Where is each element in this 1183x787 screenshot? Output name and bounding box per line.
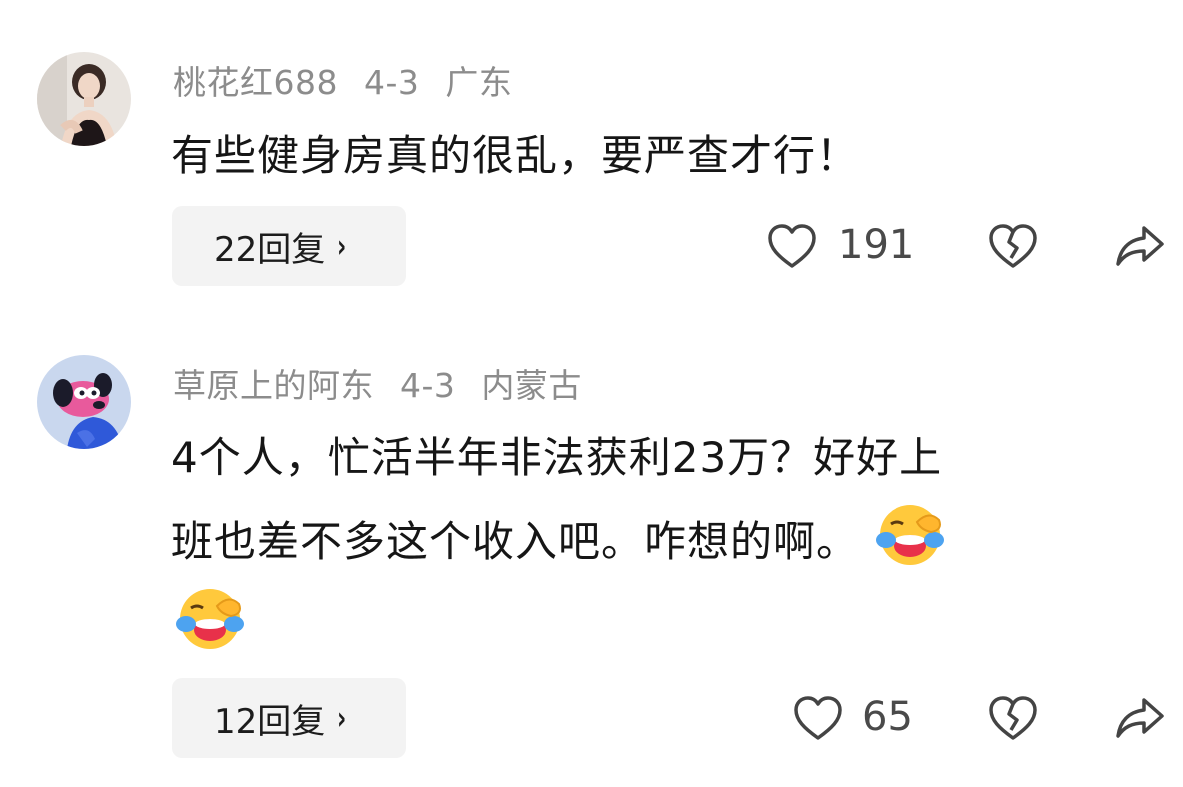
comment-date: 4-3: [400, 366, 456, 405]
comment-text-segment: 班也差不多这个收入吧。咋想的啊。: [171, 517, 860, 566]
laughing-tears-emoji: [876, 505, 945, 565]
comment-text: 4个人，忙活半年非法获利23万？好好上 班也差不多这个收入吧。咋想的啊。: [171, 420, 1141, 664]
chevron-right-icon: ›: [337, 699, 347, 737]
broken-heart-icon[interactable]: [987, 694, 1039, 742]
reply-count-label: 12回复: [214, 701, 326, 742]
comment-location: 内蒙古: [481, 366, 582, 405]
username[interactable]: 草原上的阿东: [173, 366, 374, 405]
comment-item: 草原上的阿东 4-3 内蒙古 4个人，忙活半年非法获利23万？好好上 班也差不多这个…: [0, 0, 1183, 787]
comment-text-line: 班也差不多这个收入吧。咋想的啊。: [171, 496, 1141, 580]
share-arrow-icon[interactable]: [1114, 694, 1166, 742]
comment-text-line: 4个人，忙活半年非法获利23万？好好上: [171, 433, 943, 482]
laughing-tears-emoji: [176, 589, 244, 649]
avatar[interactable]: [37, 355, 131, 449]
heart-outline-icon[interactable]: [792, 694, 844, 742]
view-replies-button[interactable]: 12回复 ›: [172, 678, 406, 758]
comment-text-line: [171, 580, 1141, 664]
comment-meta: 草原上的阿东 4-3 内蒙古: [173, 359, 608, 407]
like-count: 65: [862, 694, 913, 740]
